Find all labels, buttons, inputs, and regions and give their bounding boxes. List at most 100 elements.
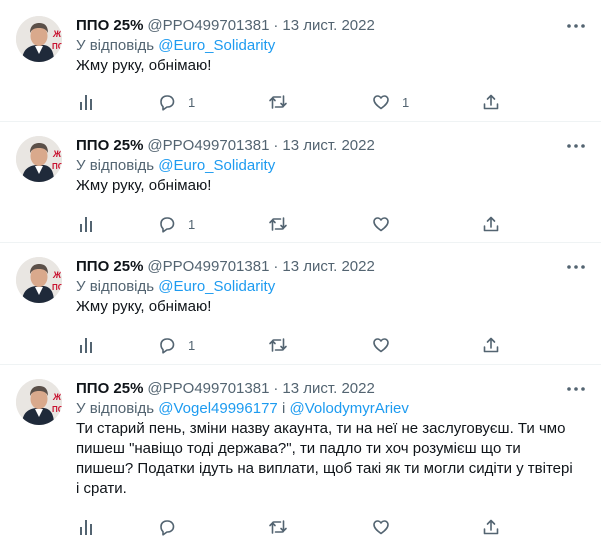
analytics-icon: [80, 95, 92, 110]
share-icon: [483, 337, 499, 353]
display-name[interactable]: ППО 25%: [76, 16, 143, 36]
avatar[interactable]: Ж ПО: [16, 379, 62, 425]
user-handle[interactable]: @PPO499701381: [147, 136, 269, 156]
retweet-button[interactable]: [268, 214, 288, 234]
user-handle[interactable]: @PPO499701381: [147, 257, 269, 277]
share-icon: [483, 94, 499, 110]
svg-text:ПО: ПО: [52, 42, 62, 51]
views-button[interactable]: [78, 92, 96, 112]
share-icon: [483, 216, 499, 232]
reply-button[interactable]: 1: [158, 92, 195, 112]
like-button[interactable]: [372, 517, 402, 537]
tweet[interactable]: Ж ПО ППО 25% @PPO499701381 · 13 лист. 20…: [0, 243, 601, 365]
reply-mention[interactable]: @Euro_Solidarity: [158, 37, 275, 54]
reply-count: 1: [188, 94, 196, 110]
reply-button[interactable]: 1: [158, 335, 195, 355]
reply-icon: [160, 95, 175, 111]
reply-button[interactable]: [158, 517, 188, 537]
avatar[interactable]: Ж ПО: [16, 257, 62, 303]
tweet-date[interactable]: 13 лист. 2022: [282, 16, 374, 36]
reply-prefix: У відповідь: [76, 157, 155, 174]
reply-context: У відповідь @Euro_Solidarity: [76, 277, 589, 297]
like-button[interactable]: [372, 214, 402, 234]
tweet-actions: 1 1: [76, 92, 506, 112]
like-count: 1: [402, 94, 410, 110]
separator-dot: ·: [273, 137, 279, 154]
svg-text:ПО: ПО: [52, 405, 62, 414]
like-button[interactable]: 1: [372, 92, 409, 112]
timeline-feed: Ж ПО ППО 25% @PPO499701381 · 13 лист. 20…: [0, 0, 601, 547]
reply-icon: [160, 520, 175, 536]
user-handle[interactable]: @PPO499701381: [147, 379, 269, 399]
tweet[interactable]: Ж ПО ППО 25% @PPO499701381 · 13 лист. 20…: [0, 365, 601, 547]
reply-count: 1: [188, 337, 196, 353]
analytics-icon: [80, 217, 92, 232]
tweet-actions: 1: [76, 335, 506, 355]
separator-dot: ·: [273, 380, 279, 397]
tweet-date[interactable]: 13 лист. 2022: [282, 379, 374, 399]
like-button[interactable]: [372, 335, 402, 355]
tweet-actions: 1: [76, 214, 506, 234]
user-handle[interactable]: @PPO499701381: [147, 16, 269, 36]
views-button[interactable]: [78, 335, 96, 355]
tweet-text: Жму руку, обнімаю!: [76, 57, 212, 74]
retweet-icon: [269, 338, 287, 352]
share-icon: [483, 519, 499, 535]
reply-mention[interactable]: @Euro_Solidarity: [158, 278, 275, 295]
analytics-icon: [80, 520, 92, 535]
views-button[interactable]: [78, 214, 96, 234]
tweet-date[interactable]: 13 лист. 2022: [282, 257, 374, 277]
reply-mention[interactable]: @VolodymyrAriev: [289, 400, 408, 417]
svg-text:Ж: Ж: [52, 392, 62, 402]
separator-dot: ·: [273, 258, 279, 275]
reply-button[interactable]: 1: [158, 214, 195, 234]
reply-icon: [160, 217, 175, 233]
heart-icon: [373, 520, 389, 535]
retweet-icon: [269, 217, 287, 231]
share-button[interactable]: [482, 92, 500, 112]
reply-context: У відповідь @Euro_Solidarity: [76, 36, 589, 56]
more-options-icon[interactable]: [561, 379, 591, 399]
tweet-date[interactable]: 13 лист. 2022: [282, 136, 374, 156]
reply-mention[interactable]: @Euro_Solidarity: [158, 157, 275, 174]
svg-text:Ж: Ж: [52, 29, 62, 39]
heart-icon: [373, 95, 389, 110]
more-options-icon[interactable]: [561, 257, 591, 277]
views-button[interactable]: [78, 517, 96, 537]
analytics-icon: [80, 338, 92, 353]
tweet[interactable]: Ж ПО ППО 25% @PPO499701381 · 13 лист. 20…: [0, 0, 601, 122]
reply-prefix: У відповідь: [76, 400, 155, 417]
reply-count: 1: [188, 216, 196, 232]
avatar-image: Ж ПО: [16, 379, 62, 425]
reply-mention[interactable]: @Vogel49996177: [158, 400, 278, 417]
tweet-header: ППО 25% @PPO499701381 · 13 лист. 2022: [76, 16, 589, 36]
display-name[interactable]: ППО 25%: [76, 379, 143, 399]
tweet-actions: [76, 517, 506, 537]
share-button[interactable]: [482, 214, 500, 234]
retweet-icon: [269, 520, 287, 534]
avatar[interactable]: Ж ПО: [16, 16, 62, 62]
retweet-button[interactable]: [268, 517, 288, 537]
more-options-icon[interactable]: [561, 136, 591, 156]
separator-dot: ·: [273, 17, 279, 34]
avatar-image: Ж ПО: [16, 257, 62, 303]
svg-text:ПО: ПО: [52, 283, 62, 292]
svg-text:Ж: Ж: [52, 149, 62, 159]
avatar[interactable]: Ж ПО: [16, 136, 62, 182]
tweet-text: Ти старий пень, зміни назву акаунта, ти …: [76, 420, 573, 497]
retweet-button[interactable]: [268, 92, 288, 112]
more-options-icon[interactable]: [561, 16, 591, 36]
tweet[interactable]: Ж ПО ППО 25% @PPO499701381 · 13 лист. 20…: [0, 122, 601, 243]
reply-prefix: У відповідь: [76, 37, 155, 54]
reply-context: У відповідь @Euro_Solidarity: [76, 156, 589, 176]
share-button[interactable]: [482, 517, 500, 537]
retweet-button[interactable]: [268, 335, 288, 355]
display-name[interactable]: ППО 25%: [76, 257, 143, 277]
tweet-header: ППО 25% @PPO499701381 · 13 лист. 2022: [76, 257, 589, 277]
tweet-header: ППО 25% @PPO499701381 · 13 лист. 2022: [76, 136, 589, 156]
display-name[interactable]: ППО 25%: [76, 136, 143, 156]
tweet-text: Жму руку, обнімаю!: [76, 298, 212, 315]
share-button[interactable]: [482, 335, 500, 355]
reply-prefix: У відповідь: [76, 278, 155, 295]
reply-joiner: і: [281, 400, 286, 417]
